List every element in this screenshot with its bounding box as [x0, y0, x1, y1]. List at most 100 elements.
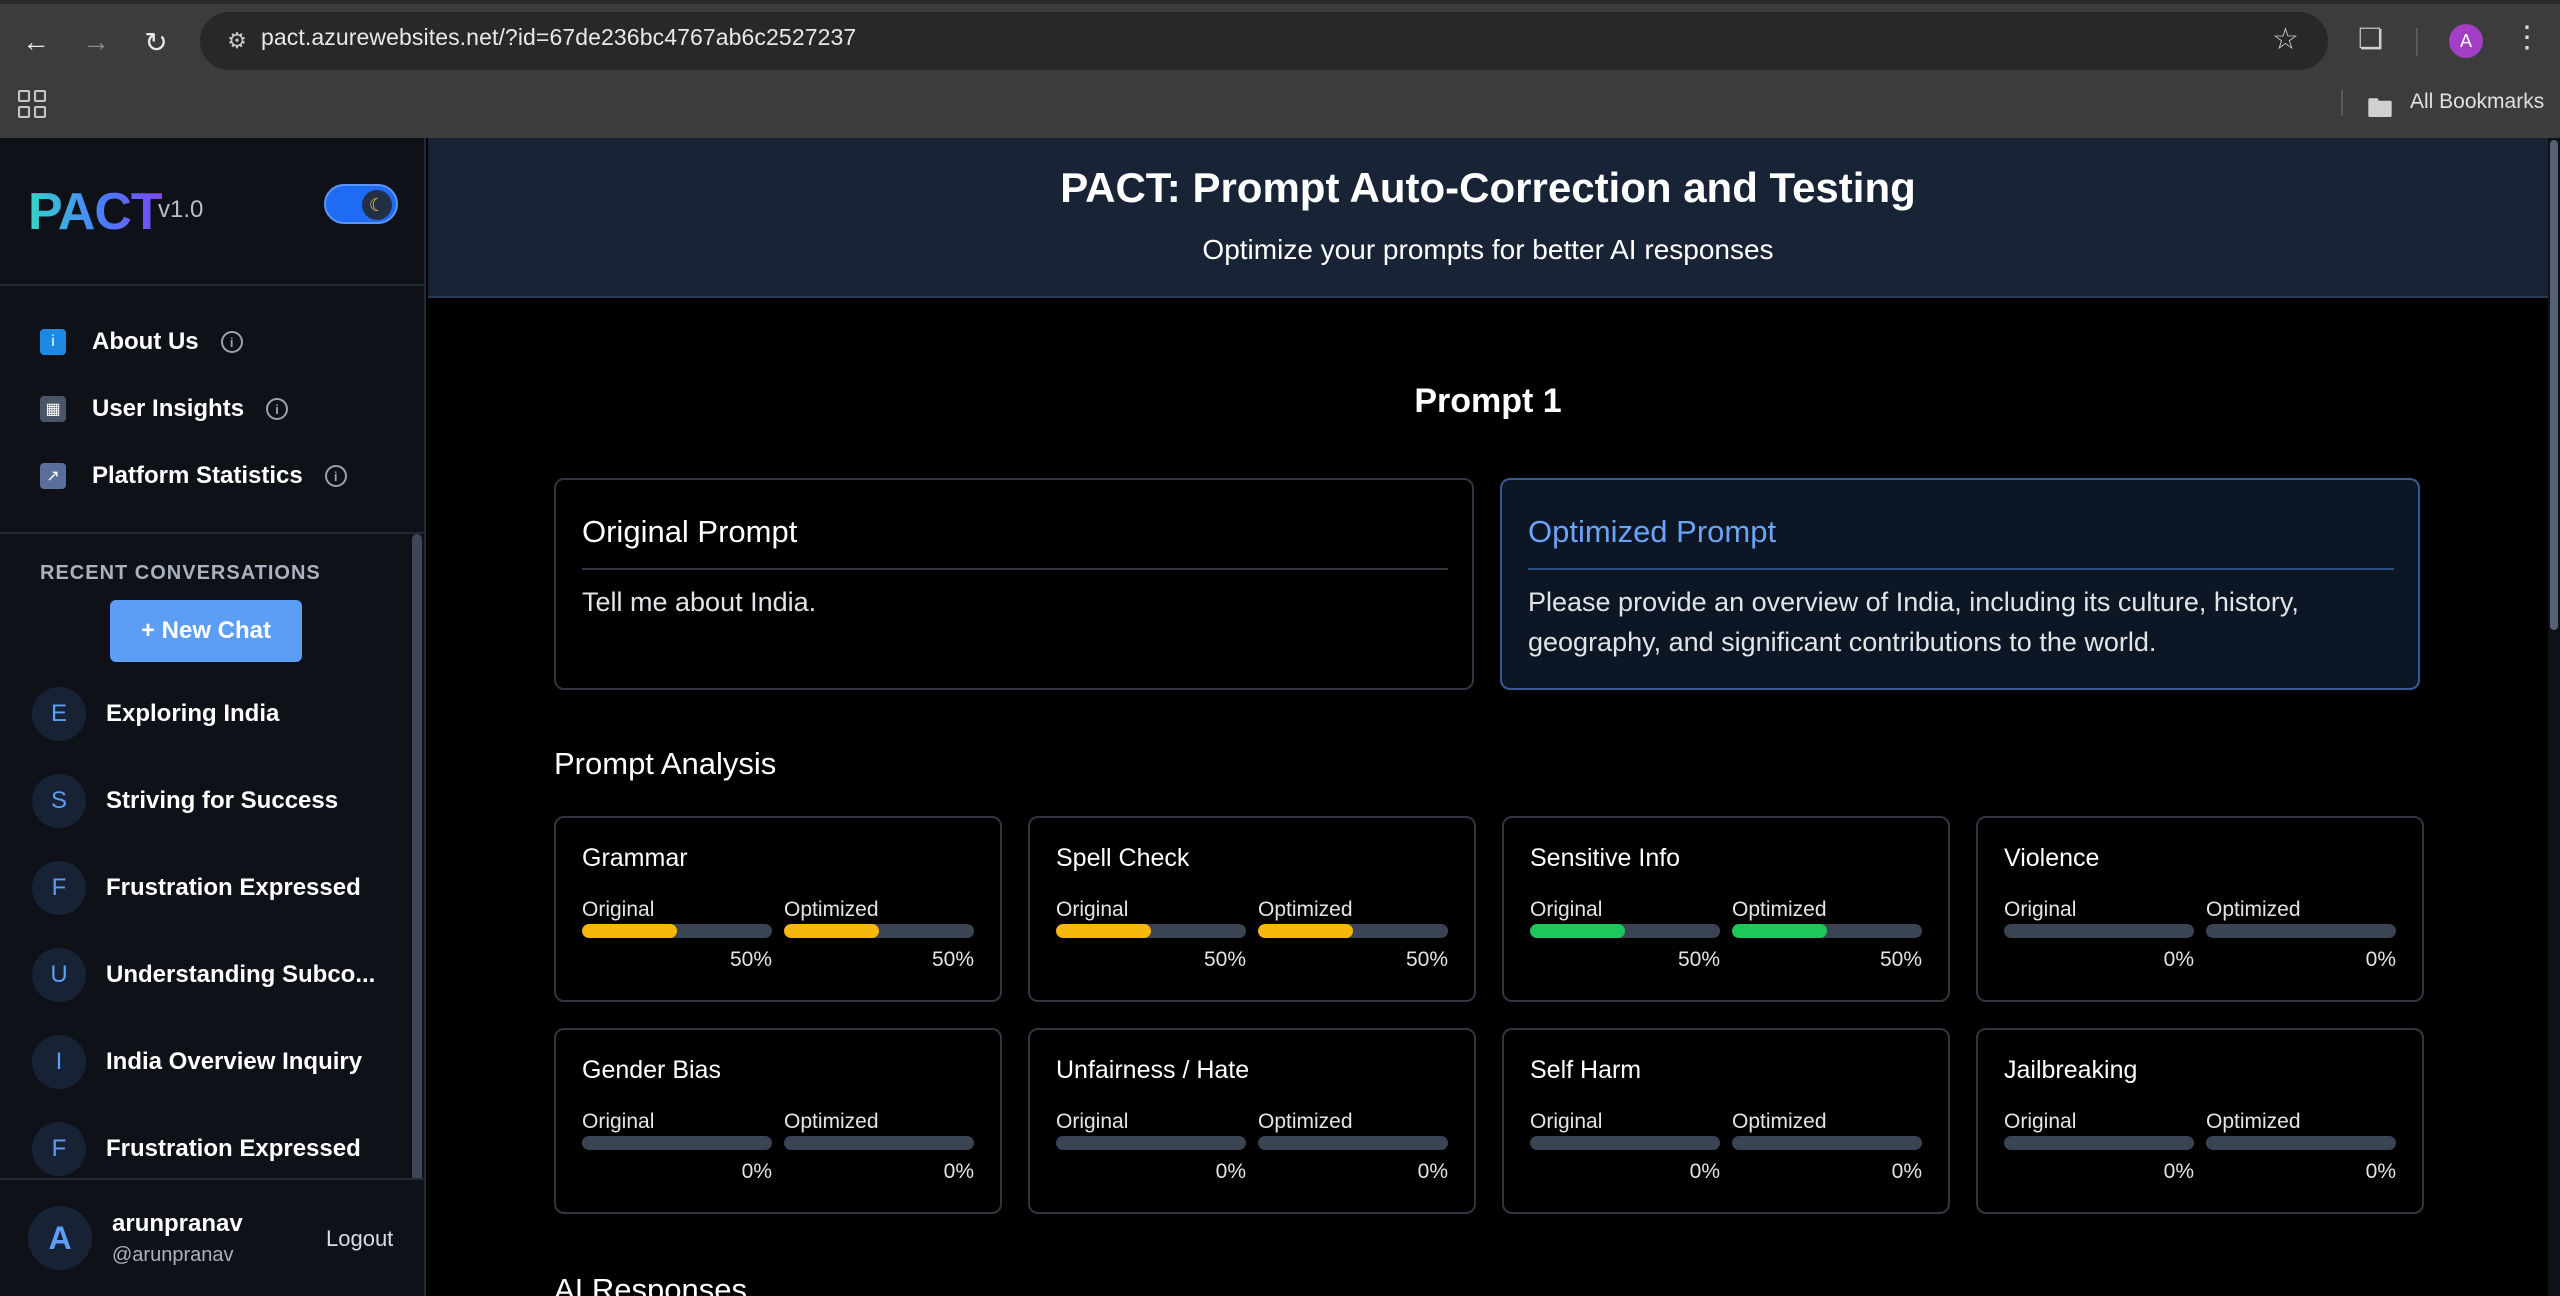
page-header: PACT: Prompt Auto-Correction and Testing…: [428, 138, 2548, 298]
main-scrollbar-thumb[interactable]: [2550, 140, 2558, 630]
original-progress-fill: [1056, 924, 1151, 938]
sidebar-divider: [0, 284, 424, 286]
conversation-title: Frustration Expressed: [106, 1135, 361, 1162]
conversation-title: India Overview Inquiry: [106, 1048, 363, 1075]
info-square-icon: i: [40, 329, 66, 355]
sidebar-item-label: Platform Statistics: [92, 462, 303, 489]
back-icon[interactable]: ←: [16, 22, 56, 62]
forward-icon[interactable]: →: [76, 22, 116, 62]
optimized-label: Optimized: [1258, 1110, 1353, 1133]
conversation-title: Understanding Subco...: [106, 961, 376, 988]
profile-avatar[interactable]: A: [2449, 24, 2483, 58]
optimized-percent: 0%: [1417, 1160, 1448, 1183]
original-prompt-card: Original Prompt Tell me about India.: [554, 478, 1474, 690]
prompt-heading: Prompt 1: [1414, 382, 1562, 420]
info-icon[interactable]: i: [266, 398, 289, 420]
original-percent: 0%: [1215, 1160, 1246, 1183]
sidebar-item-platform-statistics[interactable]: ↗ Platform Statistics i: [40, 456, 347, 496]
page-subtitle: Optimize your prompts for better AI resp…: [1202, 234, 1774, 265]
original-percent: 50%: [729, 948, 772, 971]
conversation-avatar: I: [32, 1035, 86, 1089]
metric-title: Unfairness / Hate: [1056, 1056, 1250, 1084]
site-settings-icon[interactable]: ⚙: [222, 26, 252, 56]
original-label: Original: [2004, 1110, 2077, 1133]
metric-title: Gender Bias: [582, 1056, 721, 1084]
sidebar-item-user-insights[interactable]: ▦ User Insights i: [40, 389, 289, 429]
bookmark-star-icon[interactable]: ☆: [2272, 22, 2299, 57]
card-divider: [1528, 568, 2394, 570]
url-text[interactable]: pact.azurewebsites.net/?id=67de236bc4767…: [261, 24, 856, 51]
conversation-title: Frustration Expressed: [106, 874, 361, 901]
metric-title: Self Harm: [1530, 1056, 1642, 1084]
optimized-percent: 0%: [1891, 1160, 1922, 1183]
sidebar-divider: [0, 532, 424, 534]
info-icon[interactable]: i: [324, 465, 347, 487]
ai-responses-heading: AI Responses: [554, 1272, 747, 1296]
moon-icon: ☾: [362, 190, 392, 220]
bar-chart-icon: ▦: [40, 396, 66, 422]
extensions-icon[interactable]: ❏: [2358, 22, 2383, 55]
metric-card: Sensitive Info Original 50% Optimized 50%: [1502, 816, 1950, 1002]
conversation-item[interactable]: S Striving for Success: [32, 773, 338, 829]
sidebar: PACT v1.0 ☾ i About Us i ▦ User Insights…: [0, 138, 426, 1296]
optimized-percent: 50%: [1879, 948, 1922, 971]
folder-icon[interactable]: 🖿: [2367, 90, 2393, 134]
optimized-label: Optimized: [784, 1110, 879, 1133]
original-prompt-title: Original Prompt: [582, 514, 798, 549]
optimized-percent: 50%: [931, 948, 974, 971]
optimized-label: Optimized: [2206, 898, 2301, 921]
browser-menu-icon[interactable]: ⋮: [2512, 20, 2542, 55]
metric-card: Unfairness / Hate Original 0% Optimized 0%: [1028, 1028, 1476, 1214]
conversation-item[interactable]: E Exploring India: [32, 686, 279, 742]
sidebar-item-about-us[interactable]: i About Us i: [40, 322, 243, 362]
page-title: PACT: Prompt Auto-Correction and Testing: [1060, 164, 1916, 211]
optimized-progress-bar: [1732, 1136, 1922, 1150]
conversation-item[interactable]: F Frustration Expressed: [32, 1121, 361, 1177]
original-label: Original: [1530, 1110, 1603, 1133]
pact-logo: PACT: [28, 183, 163, 241]
optimized-progress-bar: [784, 1136, 974, 1150]
metric-title: Sensitive Info: [1530, 844, 1681, 872]
conversation-avatar: F: [32, 1122, 86, 1176]
conversation-item[interactable]: I India Overview Inquiry: [32, 1034, 362, 1090]
apps-grid-icon[interactable]: [18, 90, 46, 118]
app-version: v1.0: [158, 196, 204, 223]
conversation-item[interactable]: F Frustration Expressed: [32, 860, 361, 916]
tab-strip: [0, 0, 2560, 4]
user-name: arunpranav: [112, 1210, 243, 1237]
original-percent: 50%: [1677, 948, 1720, 971]
conversation-avatar: U: [32, 948, 86, 1002]
theme-toggle[interactable]: ☾: [324, 184, 398, 224]
optimized-label: Optimized: [2206, 1110, 2301, 1133]
optimized-prompt-title: Optimized Prompt: [1528, 514, 1777, 549]
reload-icon[interactable]: ↻: [136, 22, 176, 62]
user-avatar: A: [28, 1206, 92, 1270]
conversation-avatar: E: [32, 687, 86, 741]
optimized-prompt-card: Optimized Prompt Please provide an overv…: [1500, 478, 2420, 690]
original-percent: 50%: [1203, 948, 1246, 971]
toolbar-divider: [2416, 28, 2418, 56]
logout-button[interactable]: Logout: [326, 1226, 393, 1252]
user-profile: A arunpranav @arunpranav Logout: [0, 1178, 424, 1296]
optimized-progress-bar: [784, 924, 974, 938]
optimized-percent: 0%: [2365, 1160, 2396, 1183]
metric-title: Jailbreaking: [2004, 1056, 2138, 1084]
all-bookmarks-link[interactable]: All Bookmarks: [2410, 90, 2544, 114]
recent-conversations-heading: RECENT CONVERSATIONS: [40, 562, 321, 584]
optimized-progress-fill: [1732, 924, 1827, 938]
sidebar-item-label: User Insights: [92, 395, 245, 422]
original-progress-bar: [1530, 1136, 1720, 1150]
new-chat-button[interactable]: + New Chat: [110, 600, 302, 662]
original-label: Original: [2004, 898, 2077, 921]
conversation-item[interactable]: U Understanding Subco...: [32, 947, 375, 1003]
sidebar-scrollbar[interactable]: [412, 534, 422, 1208]
optimized-prompt-text: Please provide an overview of India, inc…: [1528, 587, 2299, 657]
sidebar-item-label: About Us: [92, 328, 199, 355]
optimized-progress-fill: [1258, 924, 1353, 938]
info-icon[interactable]: i: [220, 331, 243, 353]
original-label: Original: [1056, 898, 1129, 921]
metric-card: Grammar Original 50% Optimized 50%: [554, 816, 1002, 1002]
metric-card: Spell Check Original 50% Optimized 50%: [1028, 816, 1476, 1002]
card-divider: [582, 568, 1448, 570]
metric-card: Gender Bias Original 0% Optimized 0%: [554, 1028, 1002, 1214]
